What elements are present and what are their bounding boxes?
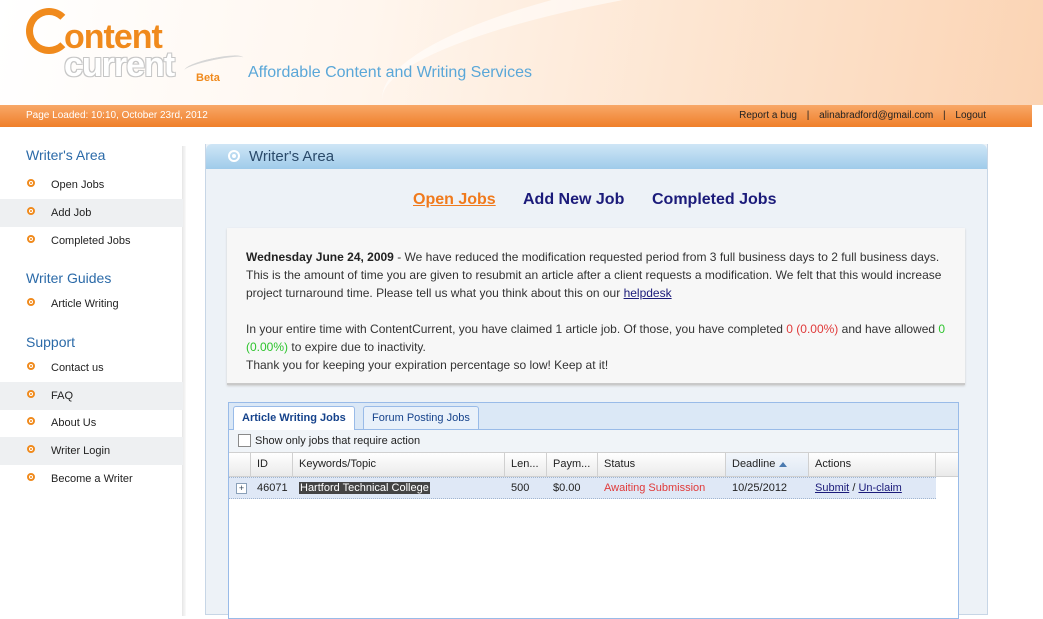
bullet-icon: [27, 298, 35, 306]
sidebar-section-support: Support: [26, 334, 76, 350]
sidebar-section-writers-area: Writer's Area: [26, 147, 106, 163]
row-payment: $0.00: [553, 482, 581, 494]
tab-article-writing-jobs[interactable]: Article Writing Jobs: [233, 406, 355, 430]
action-filter-label: Show only jobs that require action: [255, 435, 421, 447]
sidebar-item-completed-jobs[interactable]: Completed Jobs: [0, 227, 183, 255]
site-tagline: Affordable Content and Writing Services: [248, 64, 533, 81]
stats-text-b: and have allowed: [838, 322, 939, 336]
logo-word-current: current: [64, 46, 175, 84]
bullet-icon: [27, 417, 35, 425]
nav-completed-jobs-link[interactable]: Completed Jobs: [652, 191, 776, 209]
sidebar-item-label: FAQ: [51, 390, 74, 402]
column-header-deadline[interactable]: Deadline: [726, 453, 809, 476]
panel-title: Writer's Area: [249, 148, 335, 165]
thanks-message: Thank you for keeping your expiration pe…: [246, 358, 609, 372]
sidebar-section-writer-guides: Writer Guides: [26, 270, 112, 286]
nav-open-jobs-link[interactable]: Open Jobs: [413, 191, 496, 209]
tab-forum-posting-jobs[interactable]: Forum Posting Jobs: [363, 406, 479, 429]
bullet-icon: [27, 207, 35, 215]
writers-area-panel: Writer's Area Open Jobs Add New Job Comp…: [205, 144, 988, 619]
jobs-grid: Article Writing Jobs Forum Posting Jobs …: [228, 402, 959, 619]
page-loaded-time: Page Loaded: 10:10, October 23rd, 2012: [26, 110, 208, 121]
sidebar: Writer's Area Open Jobs Add Job Complete…: [0, 138, 186, 616]
sidebar-item-about-us[interactable]: About Us: [0, 409, 183, 437]
sidebar-item-label: Contact us: [51, 362, 104, 374]
column-header-actions[interactable]: Actions: [809, 453, 936, 476]
sidebar-item-faq[interactable]: FAQ: [0, 382, 183, 410]
sidebar-item-contact-us[interactable]: Contact us: [0, 354, 183, 382]
bullet-icon: [27, 390, 35, 398]
table-row[interactable]: + 46071 Hartford Technical College 500 $…: [229, 477, 936, 499]
row-deadline: 10/25/2012: [732, 482, 788, 494]
sidebar-item-label: About Us: [51, 417, 97, 429]
bullet-icon: [27, 473, 35, 481]
grid-header-row: ID Keywords/Topic Len... Paym... Status …: [229, 453, 958, 477]
action-separator: /: [852, 482, 856, 494]
column-header-deadline-label: Deadline: [732, 458, 776, 470]
sidebar-item-label: Writer Login: [51, 445, 111, 457]
announcement-box: Wednesday June 24, 2009 - We have reduce…: [227, 228, 965, 385]
account-links: Report a bug | alinabradford@gmail.com |…: [739, 110, 986, 121]
sidebar-item-label: Become a Writer: [51, 473, 133, 485]
row-topic-text: Hartford Technical College: [299, 482, 430, 494]
sidebar-item-open-jobs[interactable]: Open Jobs: [0, 171, 183, 199]
column-header-status[interactable]: Status: [598, 453, 726, 476]
link-separator: |: [806, 110, 810, 121]
expander-column-header: [229, 453, 251, 476]
row-actions: Submit / Un-claim: [815, 482, 902, 494]
stats-text-a: In your entire time with ContentCurrent,…: [246, 322, 787, 336]
announcement-date: Wednesday June 24, 2009: [246, 250, 394, 264]
sidebar-item-label: Article Writing: [51, 298, 119, 310]
sidebar-item-writer-login[interactable]: Writer Login: [0, 437, 183, 465]
row-id: 46071: [257, 482, 288, 494]
column-header-keywords[interactable]: Keywords/Topic: [293, 453, 505, 476]
link-separator: |: [943, 110, 946, 121]
logout-link[interactable]: Logout: [955, 110, 986, 121]
radio-dot-icon: [228, 150, 240, 162]
completed-count: 0 (0.00%): [786, 322, 839, 336]
submit-link[interactable]: Submit: [815, 482, 849, 494]
panel-header: Writer's Area: [206, 144, 987, 169]
sidebar-item-article-writing[interactable]: Article Writing: [0, 290, 183, 318]
user-email-link[interactable]: alinabradford@gmail.com: [819, 110, 933, 121]
bullet-icon: [27, 445, 35, 453]
report-bug-link[interactable]: Report a bug: [739, 110, 797, 121]
row-topic: Hartford Technical College: [299, 482, 430, 494]
grid-tab-strip: Article Writing Jobs Forum Posting Jobs: [229, 403, 958, 430]
site-header: ontent current Beta Affordable Content a…: [0, 0, 1043, 105]
bullet-icon: [27, 362, 35, 370]
sidebar-item-label: Add Job: [51, 207, 92, 219]
sidebar-item-label: Completed Jobs: [51, 235, 131, 247]
sidebar-item-label: Open Jobs: [51, 179, 105, 191]
grid-toolbar: Show only jobs that require action: [229, 430, 958, 453]
announcement-text: Wednesday June 24, 2009 - We have reduce…: [246, 248, 951, 302]
action-filter-checkbox[interactable]: [238, 434, 251, 447]
row-status: Awaiting Submission: [604, 482, 706, 494]
logo-beta-label: Beta: [196, 72, 220, 84]
column-header-payment[interactable]: Paym...: [547, 453, 598, 476]
column-header-length[interactable]: Len...: [505, 453, 547, 476]
header-swoosh-decoration: [371, 0, 1043, 105]
expand-row-icon[interactable]: +: [236, 483, 247, 494]
bullet-icon: [27, 235, 35, 243]
contentcurrent-logo[interactable]: ontent current Beta: [24, 6, 254, 86]
column-header-id[interactable]: ID: [251, 453, 293, 476]
sidebar-item-add-job[interactable]: Add Job: [0, 199, 183, 227]
sort-ascending-icon: [779, 461, 788, 467]
row-length: 500: [511, 482, 530, 494]
job-stats-text: In your entire time with ContentCurrent,…: [246, 320, 951, 374]
bullet-icon: [27, 179, 35, 187]
sidebar-item-become-a-writer[interactable]: Become a Writer: [0, 465, 183, 493]
helpdesk-link[interactable]: helpdesk: [624, 286, 672, 300]
stats-text-c: to expire due to inactivity.: [288, 340, 426, 354]
top-status-bar: Page Loaded: 10:10, October 23rd, 2012 R…: [0, 105, 1032, 127]
unclaim-link[interactable]: Un-claim: [858, 482, 901, 494]
nav-add-new-job-link[interactable]: Add New Job: [523, 191, 624, 209]
